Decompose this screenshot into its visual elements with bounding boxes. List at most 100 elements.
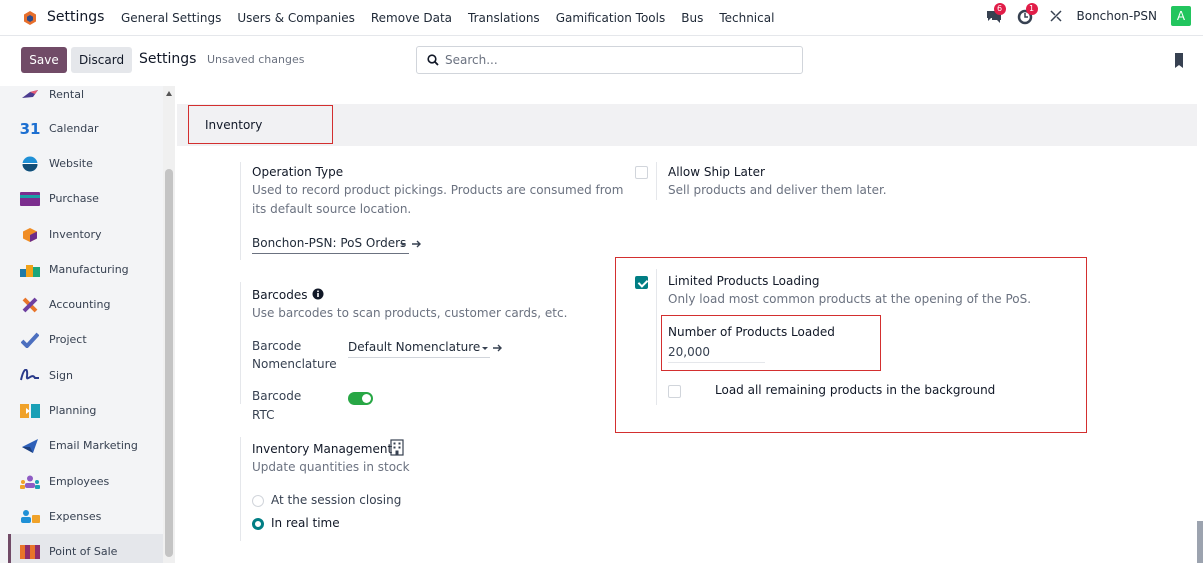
sidebar-item-label: Purchase [49,192,99,205]
barcode-nomenclature-select[interactable]: Default Nomenclature [348,340,480,354]
allow-ship-later-checkbox[interactable] [635,166,648,179]
activities-icon[interactable]: 1 [1017,3,1038,25]
save-button[interactable]: Save [21,47,67,73]
barcodes-desc: Use barcodes to scan products, customer … [252,306,568,320]
sidebar-item-project[interactable]: Project [8,322,163,357]
search-box[interactable] [416,46,803,74]
activities-count-badge: 1 [1025,3,1038,15]
debug-tools-icon[interactable] [1049,9,1063,23]
messages-count-badge: 6 [993,3,1006,15]
allow-ship-later-desc: Sell products and deliver them later. [668,183,887,197]
menu-gamification-tools[interactable]: Gamification Tools [556,11,666,25]
load-background-label: Load all remaining products in the backg… [715,383,996,397]
content-scrollbar-thumb[interactable] [1197,521,1203,563]
sidebar-item-inventory[interactable]: Inventory [8,217,163,252]
app-name[interactable]: Settings [47,9,104,25]
limited-products-loading-title: Limited Products Loading [668,274,820,288]
dropdown-caret-icon[interactable] [482,347,488,350]
sidebar-item-manufacturing[interactable]: Manufacturing [8,252,163,287]
info-icon[interactable] [312,288,324,300]
option-in-real-time-label[interactable]: In real time [271,516,340,530]
setting-divider [240,437,241,541]
sidebar-item-label: Calendar [49,122,99,135]
calendar-icon: 31 [19,119,41,138]
content-scrollbar[interactable] [1197,86,1203,563]
number-loaded-input[interactable]: 20,000 [668,345,710,359]
menu-bus[interactable]: Bus [681,11,703,25]
breadcrumb-title: Settings [139,51,197,67]
settings-sidebar: Rental 31 Calendar Website Purchase Inve… [0,86,175,563]
manufacturing-icon [20,261,40,279]
sidebar-item-label: Employees [49,475,110,488]
settings-content: Inventory Operation Type Used to record … [177,86,1197,563]
systray: 6 1 Bonchon-PSN A [985,3,1191,26]
sidebar-item-expenses[interactable]: Expenses [8,499,163,534]
limited-products-loading-checkbox[interactable] [635,276,648,289]
sidebar-item-website[interactable]: Website [8,146,163,181]
odoo-app-icon[interactable] [22,10,38,26]
employees-icon [20,473,40,491]
search-icon [427,54,439,66]
option-at-session-closing-label[interactable]: At the session closing [271,493,401,507]
messages-icon[interactable]: 6 [985,3,1006,25]
search-input[interactable] [445,53,785,67]
rental-icon [20,86,40,104]
nomenclature-controls[interactable] [481,342,505,354]
setting-divider [656,269,657,405]
radio-in-real-time[interactable] [252,518,264,530]
radio-at-session-closing[interactable] [252,495,264,507]
barcode-rtc-toggle[interactable] [348,392,373,405]
barcode-nomenclature-label-1: Barcode [252,339,302,353]
project-icon [20,331,40,349]
number-loaded-label: Number of Products Loaded [668,325,835,339]
sidebar-item-accounting[interactable]: Accounting [8,287,163,322]
bookmark-icon[interactable] [1172,52,1186,70]
setting-divider [656,162,657,200]
barcode-nomenclature-label-2: Nomenclature [252,357,337,371]
sidebar-item-sign[interactable]: Sign [8,358,163,393]
sidebar-scrollbar[interactable] [163,86,175,563]
point-of-sale-icon [20,543,40,561]
sidebar-scrollbar-thumb[interactable] [165,169,173,557]
top-navbar: Settings General Settings Users & Compan… [0,0,1203,36]
company-switcher[interactable]: Bonchon-PSN [1077,9,1158,23]
expenses-icon [20,508,40,526]
company-building-icon [390,439,404,456]
internal-link-arrow-icon[interactable] [493,344,502,352]
number-loaded-underline [668,362,765,363]
inventory-management-title: Inventory Management [252,442,393,456]
sidebar-item-rental[interactable]: Rental [8,86,163,112]
operation-type-desc-1: Used to record product pickings. Product… [252,183,624,197]
limited-products-loading-desc: Only load most common products at the op… [668,292,1032,306]
sidebar-item-planning[interactable]: Planning [8,393,163,428]
scroll-up-arrow-icon[interactable] [166,91,172,96]
nomenclature-underline [348,357,490,358]
discard-button[interactable]: Discard [71,47,132,73]
sidebar-item-email-marketing[interactable]: Email Marketing [8,428,163,463]
internal-link-arrow-icon[interactable] [412,240,421,248]
sign-icon [20,367,40,385]
sidebar-item-purchase[interactable]: Purchase [8,181,163,216]
barcode-rtc-label-2: RTC [252,408,275,422]
menu-translations[interactable]: Translations [468,11,540,25]
menu-remove-data[interactable]: Remove Data [371,11,452,25]
operation-type-underline [252,253,409,254]
sidebar-item-label: Email Marketing [49,439,138,452]
user-avatar[interactable]: A [1171,6,1191,26]
sidebar-item-employees[interactable]: Employees [8,464,163,499]
accounting-icon [20,296,40,314]
operation-type-select[interactable]: Bonchon-PSN: PoS Orders [252,236,406,250]
menu-technical[interactable]: Technical [719,11,774,25]
allow-ship-later-title: Allow Ship Later [668,165,765,179]
load-background-checkbox[interactable] [668,385,681,398]
sidebar-item-calendar[interactable]: 31 Calendar [8,111,163,146]
sidebar-item-label: Inventory [49,228,102,241]
menu-users-companies[interactable]: Users & Companies [237,11,355,25]
operation-type-controls[interactable] [399,238,423,250]
menu-general-settings[interactable]: General Settings [121,11,221,25]
inventory-management-desc: Update quantities in stock [252,460,410,474]
dropdown-caret-icon[interactable] [400,243,406,246]
unsaved-changes-indicator: Unsaved changes [207,53,305,66]
top-menu: General Settings Users & Companies Remov… [121,11,790,25]
sidebar-item-point-of-sale[interactable]: Point of Sale [8,534,163,563]
